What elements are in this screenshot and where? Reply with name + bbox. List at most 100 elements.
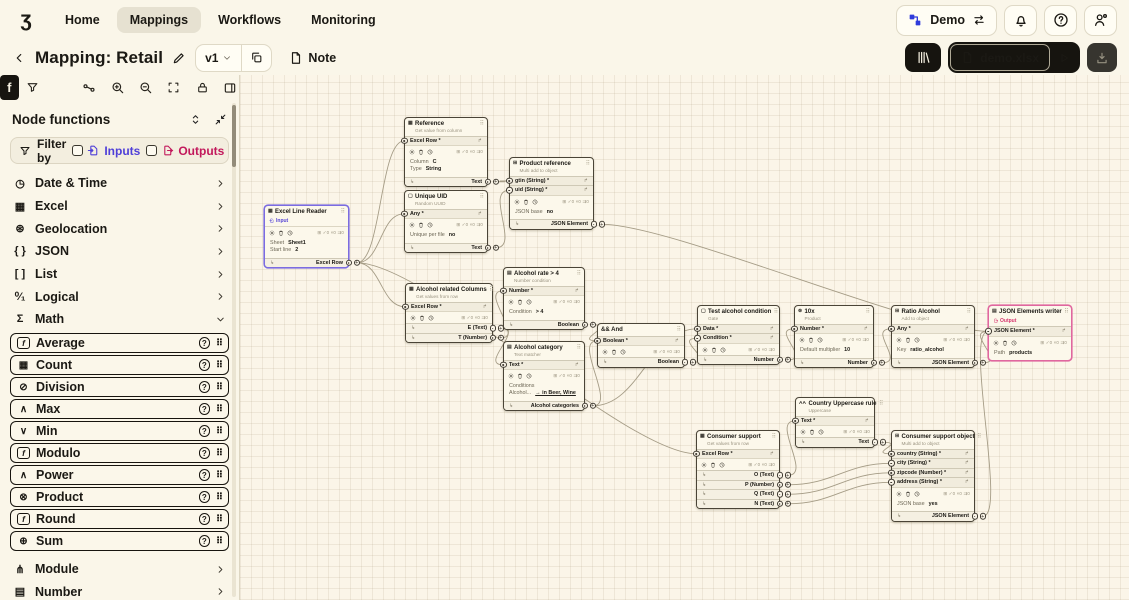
history-icon[interactable] <box>287 230 293 236</box>
delete-icon[interactable] <box>419 315 425 321</box>
add-connection-port[interactable] <box>784 500 791 507</box>
help-icon[interactable]: ? <box>198 359 211 371</box>
delete-icon[interactable] <box>523 199 529 205</box>
drag-handle-icon[interactable]: ⠿ <box>216 338 223 349</box>
history-icon[interactable] <box>720 347 726 353</box>
library-button[interactable] <box>905 43 942 72</box>
output-port[interactable] <box>776 491 783 498</box>
settings-icon[interactable] <box>896 490 902 497</box>
demo-workspace-button[interactable]: Demo <box>896 4 997 36</box>
settings-icon[interactable] <box>702 346 708 353</box>
history-icon[interactable] <box>719 462 725 468</box>
node-ratio[interactable]: ⊞ Ratio Alcohol Add to object ⠿ Any * ↱ ⊞ ✓0 ×… <box>888 305 986 368</box>
input-port[interactable] <box>402 303 409 310</box>
output-port[interactable] <box>776 472 783 479</box>
duplicate-version-button[interactable] <box>241 44 271 71</box>
rename-mapping-button[interactable] <box>172 51 186 65</box>
history-icon[interactable] <box>1011 340 1017 346</box>
function-item-product[interactable]: ⊗ Product? ⠿ <box>10 487 229 507</box>
delete-icon[interactable] <box>711 347 717 353</box>
output-port[interactable] <box>971 513 978 520</box>
sidebar-scrollbar[interactable] <box>232 103 236 597</box>
add-connection-port[interactable] <box>979 359 986 366</box>
category-excel[interactable]: ▦ Excel <box>0 195 239 218</box>
help-icon[interactable]: ? <box>198 513 211 525</box>
input-port[interactable] <box>506 177 513 184</box>
delete-icon[interactable] <box>905 337 911 343</box>
history-icon[interactable] <box>532 199 538 205</box>
output-port[interactable] <box>971 359 978 366</box>
function-item-count[interactable]: ▦ Count? ⠿ <box>10 355 229 375</box>
node-drag-handle[interactable]: ⠿ <box>866 309 870 315</box>
node-drag-handle[interactable]: ⠿ <box>577 271 581 277</box>
help-button[interactable] <box>1044 4 1077 36</box>
drag-handle-icon[interactable]: ⠿ <box>216 470 223 481</box>
category-math[interactable]: Σ Math <box>0 308 239 331</box>
account-button[interactable] <box>1084 4 1117 36</box>
settings-icon[interactable] <box>409 149 415 155</box>
add-connection-port[interactable] <box>878 359 885 366</box>
output-port[interactable] <box>581 402 588 409</box>
input-port[interactable] <box>985 328 992 335</box>
help-icon[interactable]: ? <box>198 403 211 415</box>
nav-item-mappings[interactable]: Mappings <box>116 7 202 33</box>
node-drag-handle[interactable]: ⠿ <box>586 161 590 167</box>
output-port[interactable] <box>681 359 688 366</box>
output-port[interactable] <box>776 356 783 363</box>
category-number[interactable]: ▤ Number <box>0 581 239 600</box>
filter-outputs-checkbox[interactable]: Outputs <box>146 144 224 158</box>
input-port[interactable] <box>594 337 601 344</box>
node-rate[interactable]: ▤ Alcohol rate > 4 Number condition ⠿ Number… <box>500 267 596 330</box>
app-logo[interactable]: ʒ <box>12 8 40 32</box>
input-port[interactable] <box>694 335 701 342</box>
add-connection-port[interactable] <box>784 481 791 488</box>
node-and[interactable]: && And ⠿ Boolean * ↱ ⊞ ✓0 ×0 ⇉0 ↳ Boolean <box>594 323 696 368</box>
drag-handle-icon[interactable]: ⠿ <box>216 492 223 503</box>
link-tool[interactable] <box>81 75 98 100</box>
settings-icon[interactable] <box>799 337 805 343</box>
category-geolocation[interactable]: ⊛ Geolocation <box>0 217 239 240</box>
node-country[interactable]: AA Country Uppercase rule Uppercase ⠿ Text *… <box>792 397 886 448</box>
node-drag-handle[interactable]: ⠿ <box>879 401 883 407</box>
function-panel-toggle[interactable]: f <box>0 75 19 100</box>
history-icon[interactable] <box>914 337 920 343</box>
function-item-round[interactable]: f Round? ⠿ <box>10 509 229 529</box>
add-connection-port[interactable] <box>979 513 986 520</box>
delete-icon[interactable] <box>611 349 617 355</box>
collapse-icon[interactable] <box>214 113 227 126</box>
input-port[interactable] <box>500 287 507 294</box>
input-port[interactable] <box>888 450 895 457</box>
function-item-min[interactable]: ∨ Min? ⠿ <box>10 421 229 441</box>
category-logical[interactable]: ⁰⁄₁ Logical <box>0 285 239 308</box>
add-connection-port[interactable] <box>589 321 596 328</box>
output-port[interactable] <box>484 244 491 251</box>
node-cat[interactable]: ▤ Alcohol category Text matcher ⠿ Text * ↱ ⊞ ✓… <box>500 341 596 411</box>
node-drag-handle[interactable]: ⠿ <box>967 309 971 315</box>
node-drag-handle[interactable]: ⠿ <box>774 309 778 315</box>
help-icon[interactable]: ? <box>198 535 211 547</box>
input-port[interactable] <box>888 325 895 332</box>
add-connection-port[interactable] <box>492 244 499 251</box>
category-date-time[interactable]: ◷ Date & Time <box>0 172 239 195</box>
settings-icon[interactable] <box>410 315 416 321</box>
node-drag-handle[interactable]: ⠿ <box>772 434 776 440</box>
settings-icon[interactable] <box>602 349 608 355</box>
delete-icon[interactable] <box>809 429 815 435</box>
delete-icon[interactable] <box>517 299 523 305</box>
output-port[interactable] <box>484 178 491 185</box>
drag-handle-icon[interactable]: ⠿ <box>216 448 223 459</box>
settings-icon[interactable] <box>508 373 514 379</box>
node-pref[interactable]: ⊞ Product reference Multi add to object ⠿ gt… <box>506 157 605 230</box>
function-item-division[interactable]: ⊘ Division? ⠿ <box>10 377 229 397</box>
history-icon[interactable] <box>428 315 434 321</box>
add-connection-port[interactable] <box>353 259 360 266</box>
output-port[interactable] <box>345 259 352 266</box>
input-port[interactable] <box>506 187 513 194</box>
input-port[interactable] <box>791 325 798 332</box>
nav-item-home[interactable]: Home <box>52 7 113 33</box>
version-selector[interactable]: v1 <box>196 45 241 71</box>
output-port[interactable] <box>581 321 588 328</box>
category-json[interactable]: { } JSON <box>0 240 239 263</box>
node-csobj[interactable]: ⊞ Consumer support object Multi add to obj… <box>888 430 986 522</box>
node-elr[interactable]: ▦ Excel Line Reader ⠿ Input ⊞ ✓0 ×0 ⇉0 Sheet S… <box>264 205 360 268</box>
